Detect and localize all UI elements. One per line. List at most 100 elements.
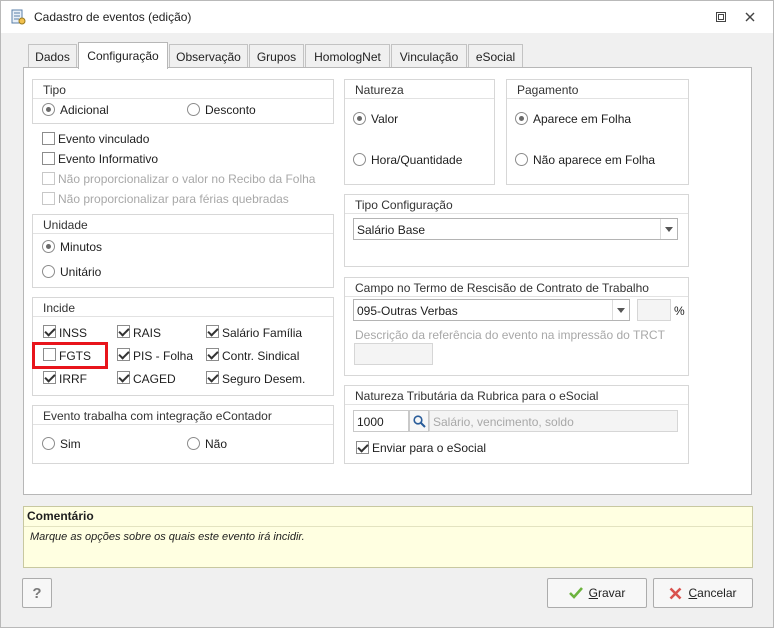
pagamento-title: Pagamento [507, 80, 688, 99]
econtador-group: Evento trabalha com integração eContador [32, 405, 334, 464]
cancel-x-icon [670, 587, 682, 599]
tab-grupos[interactable]: Grupos [249, 44, 304, 68]
hora-quantidade-label: Hora/Quantidade [371, 153, 463, 167]
search-icon [412, 414, 426, 428]
unitario-radio[interactable] [42, 265, 55, 278]
hora-quantidade-radio[interactable] [353, 153, 366, 166]
tab-configuracao[interactable]: Configuração [78, 42, 168, 69]
seguro-desem-label: Seguro Desem. [222, 372, 306, 386]
incide-title: Incide [33, 298, 333, 317]
tipo-title: Tipo [33, 80, 333, 99]
econtador-sim-radio[interactable] [42, 437, 55, 450]
natureza-description-input[interactable]: Salário, vencimento, soldo [429, 410, 678, 432]
title-bar: Cadastro de eventos (edição) [1, 1, 773, 33]
valor-label: Valor [371, 112, 399, 126]
evento-informativo-checkbox[interactable] [42, 152, 55, 165]
nao-proporcionalizar-ferias-label: Não proporcionalizar para férias quebrad… [58, 192, 289, 206]
close-button[interactable] [738, 7, 762, 27]
natureza-group: Natureza [344, 79, 495, 185]
econtador-sim-label: Sim [60, 437, 81, 451]
nao-aparece-folha-label: Não aparece em Folha [533, 153, 656, 167]
fgts-highlight-box [32, 342, 108, 369]
comment-text: Marque as opções sobre os quais este eve… [30, 531, 305, 543]
adicional-label: Adicional [60, 103, 109, 117]
econtador-nao-label: Não [205, 437, 228, 451]
inss-label: INSS [59, 326, 88, 340]
tab-vinculacao[interactable]: Vinculação [391, 44, 467, 68]
desconto-radio[interactable] [187, 103, 200, 116]
save-label-rest: ravar [598, 586, 626, 600]
contr-sindical-checkbox[interactable] [206, 348, 219, 361]
search-button[interactable] [409, 410, 429, 432]
aparece-folha-label: Aparece em Folha [533, 112, 632, 126]
tab-homolognet[interactable]: HomologNet [305, 44, 390, 68]
tab-dados[interactable]: Dados [28, 44, 77, 68]
econtador-title: Evento trabalha com integração eContador [33, 406, 333, 425]
tipo-configuracao-select[interactable]: Salário Base [353, 218, 678, 240]
tipo-configuracao-value: Salário Base [357, 223, 426, 237]
tipo-group: Tipo [32, 79, 334, 124]
caged-label: CAGED [133, 372, 176, 386]
comment-panel: Comentário Marque as opções sobre os qua… [23, 506, 753, 568]
rescisao-title: Campo no Termo de Rescisão de Contrato d… [345, 278, 688, 297]
enviar-esocial-label: Enviar para o eSocial [372, 441, 487, 455]
percent-symbol: % [674, 304, 685, 318]
rescisao-value: 095-Outras Verbas [357, 304, 458, 318]
event-editor-window: Cadastro de eventos (edição) Dados Confi… [0, 0, 774, 628]
valor-radio[interactable] [353, 112, 366, 125]
adicional-radio[interactable] [42, 103, 55, 116]
close-icon [745, 12, 755, 22]
natureza-title: Natureza [345, 80, 494, 99]
enviar-esocial-checkbox[interactable] [356, 441, 369, 454]
salario-familia-label: Salário Família [222, 326, 303, 340]
nao-proporcionalizar-ferias-checkbox[interactable] [42, 192, 55, 205]
minutos-label: Minutos [60, 240, 103, 254]
restore-icon [716, 12, 726, 22]
unidade-title: Unidade [33, 215, 333, 234]
comment-title: Comentário [27, 509, 94, 523]
checkmark-icon [568, 587, 583, 599]
cancel-label-rest: ancelar [697, 586, 737, 600]
chevron-down-icon [612, 300, 629, 320]
natureza-code-input[interactable]: 1000 [353, 410, 409, 432]
chevron-down-icon [660, 219, 677, 239]
minutos-radio[interactable] [42, 240, 55, 253]
irrf-checkbox[interactable] [43, 371, 56, 384]
save-label-first: G [588, 586, 598, 600]
rescisao-desc-label: Descrição da referência do evento na imp… [355, 328, 665, 342]
tab-esocial[interactable]: eSocial [468, 44, 523, 68]
app-icon [10, 9, 26, 25]
help-button[interactable]: ? [22, 578, 52, 608]
evento-vinculado-label: Evento vinculado [58, 132, 150, 146]
rais-label: RAIS [133, 326, 162, 340]
aparece-folha-radio[interactable] [515, 112, 528, 125]
restore-button[interactable] [709, 7, 733, 27]
econtador-nao-radio[interactable] [187, 437, 200, 450]
evento-vinculado-checkbox[interactable] [42, 132, 55, 145]
rescisao-select[interactable]: 095-Outras Verbas [353, 299, 630, 321]
salario-familia-checkbox[interactable] [206, 325, 219, 338]
desconto-label: Desconto [205, 103, 256, 117]
cancel-button[interactable]: Cancelar [653, 578, 753, 608]
pis-folha-label: PIS - Folha [133, 349, 194, 363]
natureza-tributaria-title: Natureza Tributária da Rubrica para o eS… [345, 386, 688, 405]
contr-sindical-label: Contr. Sindical [222, 349, 300, 363]
pagamento-group: Pagamento [506, 79, 689, 185]
window-title: Cadastro de eventos (edição) [34, 10, 192, 24]
seguro-desem-checkbox[interactable] [206, 371, 219, 384]
evento-informativo-label: Evento Informativo [58, 152, 159, 166]
save-button[interactable]: Gravar [547, 578, 647, 608]
cancel-label-first: C [688, 586, 698, 600]
tab-observacao[interactable]: Observação [169, 44, 248, 68]
caged-checkbox[interactable] [117, 371, 130, 384]
pis-folha-checkbox[interactable] [117, 348, 130, 361]
rais-checkbox[interactable] [117, 325, 130, 338]
tipo-configuracao-title: Tipo Configuração [345, 195, 688, 214]
inss-checkbox[interactable] [43, 325, 56, 338]
irrf-label: IRRF [59, 372, 87, 386]
nao-proporcionalizar-recibo-label: Não proporcionalizar o valor no Recibo d… [58, 172, 316, 186]
nao-proporcionalizar-recibo-checkbox[interactable] [42, 172, 55, 185]
rescisao-desc-input[interactable] [354, 343, 433, 365]
rescisao-percent-input[interactable] [637, 299, 671, 321]
nao-aparece-folha-radio[interactable] [515, 153, 528, 166]
